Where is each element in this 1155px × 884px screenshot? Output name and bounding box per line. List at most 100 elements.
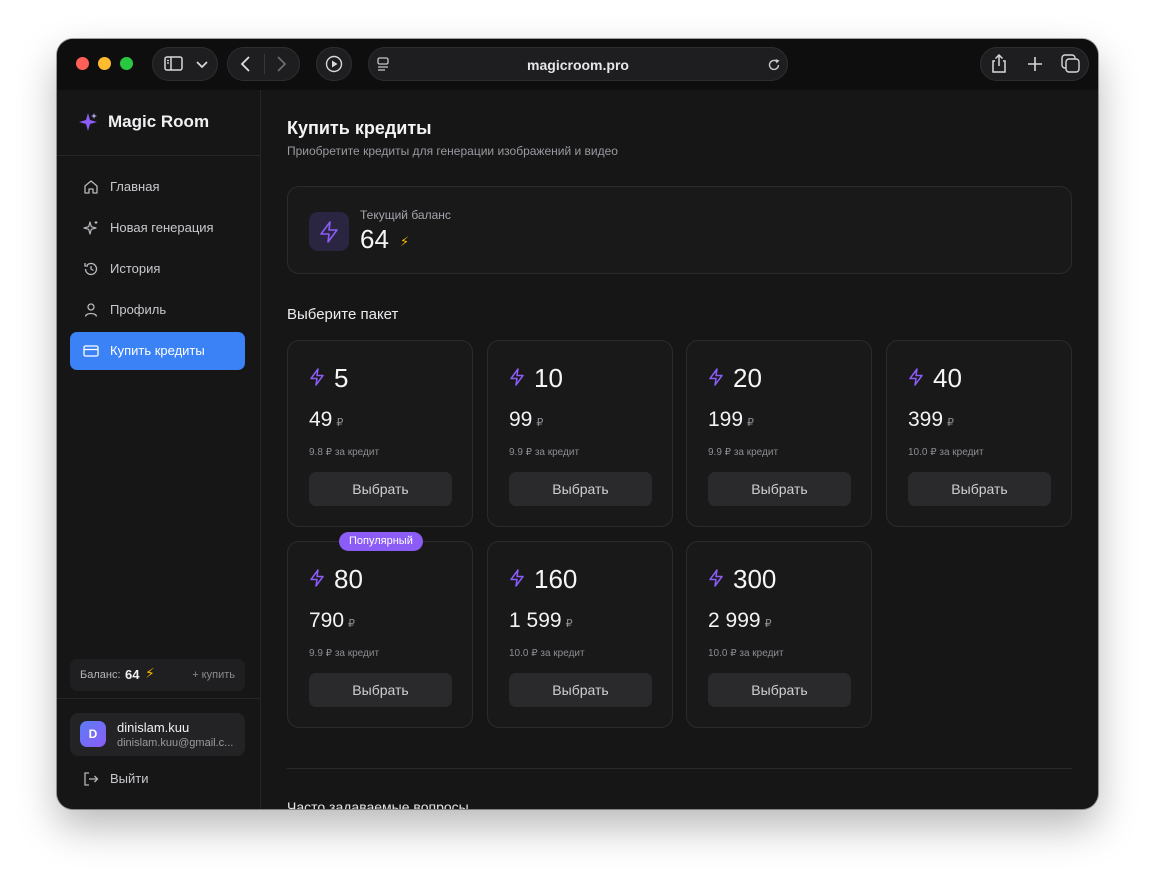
share-icon[interactable] bbox=[991, 54, 1007, 74]
sidebar-item-history[interactable]: История bbox=[70, 250, 245, 288]
currency-symbol: ₽ bbox=[947, 417, 955, 429]
sidebar-item-label: Главная bbox=[110, 179, 160, 194]
sidebar-item-new-generation[interactable]: Новая генерация bbox=[70, 209, 245, 247]
bolt-icon bbox=[510, 368, 524, 386]
sidebar-item-label: Профиль bbox=[110, 302, 167, 317]
package-price: 2 999 ₽ bbox=[708, 609, 772, 633]
section-divider bbox=[287, 768, 1072, 769]
sidebar: Magic Room Главная Новая генерация Истор… bbox=[57, 90, 261, 809]
media-button[interactable] bbox=[316, 47, 352, 81]
sparkle-logo-icon bbox=[79, 113, 97, 131]
back-icon[interactable] bbox=[240, 56, 252, 72]
popular-badge: Популярный bbox=[339, 532, 423, 551]
package-card[interactable]: 300 2 999 ₽10.0 ₽ за кредит Выбрать bbox=[686, 541, 872, 728]
select-package-button[interactable]: Выбрать bbox=[309, 673, 452, 707]
select-package-button[interactable]: Выбрать bbox=[708, 472, 851, 506]
package-card[interactable]: 160 1 599 ₽10.0 ₽ за кредит Выбрать bbox=[487, 541, 673, 728]
currency-symbol: ₽ bbox=[747, 417, 755, 429]
chevron-down-icon bbox=[196, 61, 208, 69]
forward-icon[interactable] bbox=[275, 56, 287, 72]
address-bar[interactable]: magicroom.pro bbox=[368, 47, 788, 81]
package-price-value: 99 bbox=[509, 408, 533, 431]
logout-button[interactable]: Выйти bbox=[70, 760, 245, 798]
package-price: 49 ₽ bbox=[309, 408, 343, 432]
package-price-per-credit: 9.9 ₽ за кредит bbox=[509, 447, 580, 458]
package-card[interactable]: 40 399 ₽10.0 ₽ за кредит Выбрать bbox=[886, 340, 1072, 527]
sidebar-item-label: История bbox=[110, 261, 161, 276]
sidebar-item-label: Новая генерация bbox=[110, 220, 214, 235]
select-package-button[interactable]: Выбрать bbox=[509, 673, 652, 707]
bolt-icon: ⚡ bbox=[400, 234, 410, 249]
package-credits: 10 bbox=[534, 363, 563, 393]
package-credits: 40 bbox=[933, 363, 962, 393]
currency-symbol: ₽ bbox=[348, 618, 356, 630]
sidebar-item-profile[interactable]: Профиль bbox=[70, 291, 245, 329]
currency-symbol: ₽ bbox=[565, 618, 573, 630]
minimize-window-button[interactable] bbox=[98, 57, 111, 70]
select-package-button[interactable]: Выбрать bbox=[708, 673, 851, 707]
package-card[interactable]: 5 49 ₽ 9.8 ₽ за кредит Выбрать bbox=[287, 340, 473, 527]
package-credits: 300 bbox=[733, 564, 777, 594]
select-package-button[interactable]: Выбрать bbox=[908, 472, 1051, 506]
select-package-button[interactable]: Выбрать bbox=[509, 472, 652, 506]
package-price-per-credit: 10.0 ₽ за кредит bbox=[908, 447, 984, 458]
credit-card-icon bbox=[83, 345, 99, 357]
sidebar-item-label: Купить кредиты bbox=[110, 343, 205, 358]
package-credits: 20 bbox=[733, 363, 762, 393]
user-card[interactable]: D dinislam.kuu dinislam.kuu@gmail.c... bbox=[70, 713, 245, 756]
bolt-icon bbox=[709, 569, 723, 587]
sidebar-toggle-button[interactable] bbox=[152, 47, 218, 81]
package-price-per-credit: 9.9 ₽ за кредит bbox=[309, 648, 380, 659]
page-title: Купить кредиты bbox=[287, 118, 432, 138]
package-card[interactable]: Популярный 80 790 ₽9.9 ₽ за кредит Выбрать bbox=[287, 532, 473, 728]
user-email: dinislam.kuu@gmail.c... bbox=[117, 737, 234, 749]
home-icon bbox=[84, 180, 98, 194]
package-price-per-credit: 10.0 ₽ за кредит bbox=[509, 648, 585, 659]
package-price-per-credit: 9.9 ₽ за кредит bbox=[708, 447, 779, 458]
current-balance-card: Текущий баланс 64 ⚡ bbox=[287, 186, 1072, 274]
browser-toolbar: magicroom.pro bbox=[57, 39, 1098, 91]
close-window-button[interactable] bbox=[76, 57, 89, 70]
user-name: dinislam.kuu bbox=[117, 720, 190, 735]
sidebar-item-home[interactable]: Главная bbox=[70, 168, 245, 206]
tab-overview-icon[interactable] bbox=[1061, 54, 1081, 74]
package-price-value: 2 999 bbox=[708, 609, 761, 632]
select-package-button[interactable]: Выбрать bbox=[309, 472, 452, 506]
bolt-icon bbox=[909, 368, 923, 386]
package-price-value: 1 599 bbox=[509, 609, 562, 632]
bolt-icon: ⚡ bbox=[145, 665, 155, 681]
page-subtitle: Приобретите кредиты для генерации изобра… bbox=[287, 144, 618, 158]
play-circle-icon bbox=[325, 55, 343, 73]
package-price-per-credit: 9.8 ₽ за кредит bbox=[309, 447, 380, 458]
history-icon bbox=[84, 262, 98, 276]
package-card[interactable]: 20 199 ₽9.9 ₽ за кредит Выбрать bbox=[686, 340, 872, 527]
package-card[interactable]: 10 99 ₽9.9 ₽ за кредит Выбрать bbox=[487, 340, 673, 527]
package-price: 399 ₽ bbox=[908, 408, 954, 432]
buy-credits-link[interactable]: + купить bbox=[192, 669, 235, 681]
section-title: Выберите пакет bbox=[287, 306, 399, 323]
brand-name: Magic Room bbox=[108, 112, 210, 131]
package-credits: 5 bbox=[334, 363, 349, 393]
package-price: 790 ₽ bbox=[309, 609, 355, 633]
avatar: D bbox=[80, 721, 106, 747]
currency-symbol: ₽ bbox=[764, 618, 772, 630]
sidebar-item-buy-credits[interactable]: Купить кредиты bbox=[70, 332, 245, 370]
main-content: Купить кредиты Приобретите кредиты для г… bbox=[261, 90, 1098, 809]
new-tab-icon[interactable] bbox=[1027, 56, 1043, 72]
bolt-icon bbox=[709, 368, 723, 386]
reload-icon[interactable] bbox=[767, 58, 781, 72]
balance-icon-box bbox=[309, 212, 349, 251]
bolt-icon bbox=[510, 569, 524, 587]
browser-window: magicroom.pro Magic Room Главная Новая г… bbox=[57, 39, 1098, 809]
package-credits: 80 bbox=[334, 564, 363, 594]
currency-symbol: ₽ bbox=[336, 417, 344, 429]
package-price-value: 199 bbox=[708, 408, 744, 431]
sidebar-balance: Баланс: 64 ⚡ + купить bbox=[70, 659, 245, 691]
brand-header: Magic Room bbox=[57, 90, 260, 156]
sidebar-icon bbox=[164, 56, 183, 71]
package-price-value: 790 bbox=[309, 609, 345, 632]
maximize-window-button[interactable] bbox=[120, 57, 133, 70]
package-credits: 160 bbox=[534, 564, 578, 594]
package-price-value: 399 bbox=[908, 408, 944, 431]
logout-icon bbox=[84, 772, 99, 786]
